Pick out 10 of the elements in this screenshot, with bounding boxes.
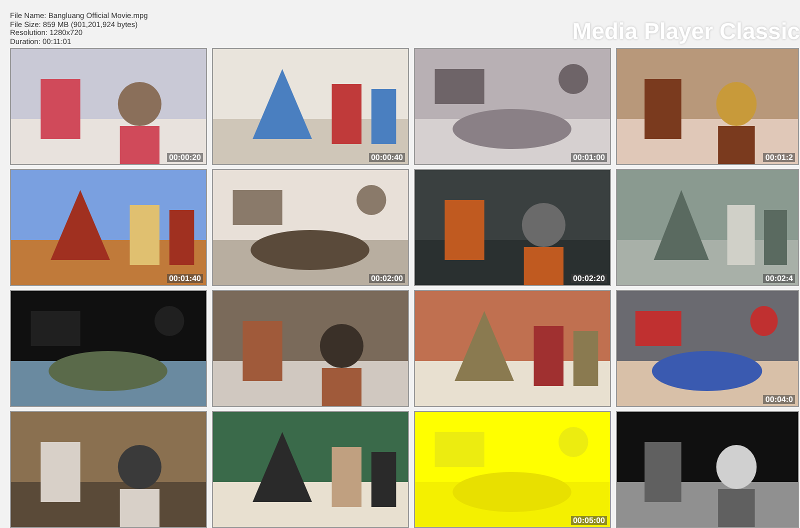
- timestamp: 00:02:4: [763, 274, 795, 283]
- timestamp: 00:05:00: [570, 516, 607, 525]
- timestamp: 00:04:0: [763, 395, 795, 404]
- timestamp: 00:01:2: [763, 153, 795, 162]
- timestamp: 00:02:20: [570, 274, 607, 283]
- timestamp: 00:00:20: [166, 153, 203, 162]
- timestamp: 00:01:00: [570, 153, 607, 162]
- timestamp: 00:02:00: [368, 274, 405, 283]
- timestamp: 00:01:40: [166, 274, 203, 283]
- timestamp: 00:00:40: [368, 153, 405, 162]
